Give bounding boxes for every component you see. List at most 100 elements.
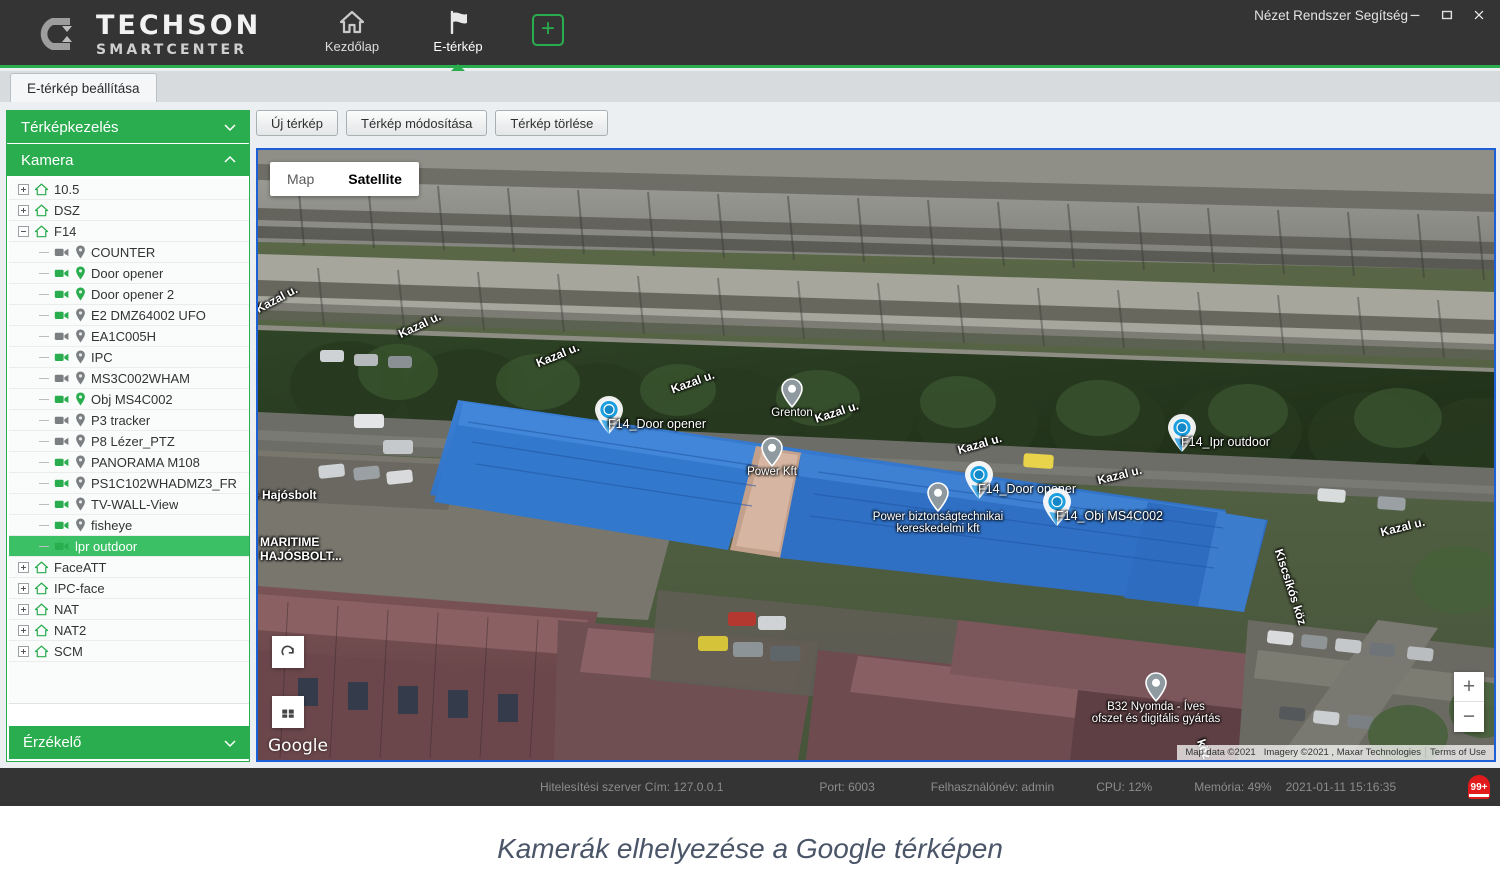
collapse-icon[interactable] (18, 226, 29, 237)
tree-camera-row[interactable]: TV-WALL-View (9, 494, 249, 515)
maximize-icon[interactable] (1438, 6, 1456, 24)
tree-camera-row[interactable]: PANORAMA M108 (9, 452, 249, 473)
map-toolbar-button-0[interactable]: Új térkép (256, 110, 338, 136)
tree-item-label: EA1C005H (91, 329, 156, 344)
tree-item-label: F14 (54, 224, 76, 239)
map-type-switcher[interactable]: MapSatellite (270, 162, 419, 196)
zoom-in-button[interactable]: + (1454, 672, 1484, 702)
map-camera-marker[interactable]: F14_Obj MS4C002 (1042, 487, 1072, 532)
tree-group-row[interactable]: F14 (9, 221, 249, 242)
expand-icon[interactable] (18, 604, 29, 615)
map-camera-marker[interactable]: F14_Door opener (594, 395, 624, 440)
tree-item-label: FaceATT (54, 560, 107, 575)
tree-connector (39, 273, 49, 274)
map-camera-marker-label: F14_Door opener (608, 417, 706, 431)
tree-camera-row[interactable]: P3 tracker (9, 410, 249, 431)
tree-camera-row[interactable]: PS1C102WHADMZ3_FR (9, 473, 249, 494)
camera-tree[interactable]: 10.5 DSZ F14 COUNTERDoor openerDoor opener … (9, 179, 249, 704)
tree-group-row[interactable]: SCM (9, 641, 249, 662)
notification-badge[interactable]: 99+ (1468, 775, 1490, 799)
expand-icon[interactable] (18, 625, 29, 636)
map-camera-marker[interactable]: F14_Door opener (964, 460, 994, 505)
tree-camera-row[interactable]: EA1C005H (9, 326, 249, 347)
nav-item-eterkep[interactable]: E-térkép (412, 8, 504, 62)
map-pin-icon (75, 308, 86, 322)
tree-group-row[interactable]: IPC-face (9, 578, 249, 599)
status-datetime: 2021-01-11 15:16:35 (1286, 780, 1397, 794)
reset-north-button[interactable] (272, 636, 304, 668)
nav-item-kezdolap-label: Kezdőlap (325, 39, 379, 54)
map-pin-icon (75, 518, 86, 532)
map-poi-marker[interactable]: Power Kft (761, 437, 783, 472)
zoom-out-button[interactable]: − (1454, 702, 1484, 732)
map-toolbar-button-2[interactable]: Térkép törlése (495, 110, 608, 136)
tree-group-row[interactable]: DSZ (9, 200, 249, 221)
expand-icon[interactable] (18, 562, 29, 573)
tree-camera-row[interactable]: Obj MS4C002 (9, 389, 249, 410)
tree-item-label: TV-WALL-View (91, 497, 178, 512)
map-poi-marker[interactable]: B32 Nyomda - Íves ofszet és digitális gy… (1145, 672, 1167, 707)
camera-icon (54, 414, 70, 426)
tree-connector (39, 357, 49, 358)
tree-camera-row[interactable]: COUNTER (9, 242, 249, 263)
accordion-kamera[interactable]: Kamera (7, 144, 249, 177)
tree-item-label: MS3C002WHAM (91, 371, 190, 386)
expand-icon[interactable] (18, 583, 29, 594)
camera-icon (54, 393, 70, 405)
tree-camera-row[interactable]: fisheye (9, 515, 249, 536)
plus-icon: + (541, 17, 555, 41)
tree-group-row[interactable]: FaceATT (9, 557, 249, 578)
map-pin-icon (75, 350, 86, 364)
zoom-controls[interactable]: + − (1454, 672, 1484, 732)
status-username: Felhasználónév: admin (931, 780, 1054, 794)
window-controls (1406, 6, 1488, 24)
map-pin-icon (75, 287, 86, 301)
expand-icon[interactable] (18, 205, 29, 216)
tree-item-label: PS1C102WHADMZ3_FR (91, 476, 237, 491)
tree-connector (39, 546, 49, 547)
map-viewport[interactable]: MapSatellite Kazal u.Kazal u.Kazal u.Kaz… (256, 148, 1496, 762)
minimize-icon[interactable] (1406, 6, 1424, 24)
add-tab-button[interactable]: + (532, 14, 564, 46)
grid-tilt-icon (279, 703, 297, 721)
map-type-satellite[interactable]: Satellite (331, 162, 419, 196)
tree-camera-row[interactable]: Door opener 2 (9, 284, 249, 305)
map-toolbar-button-1[interactable]: Térkép módosítása (346, 110, 487, 136)
tree-camera-row[interactable]: MS3C002WHAM (9, 368, 249, 389)
tab-eterkep-beallitasa[interactable]: E-térkép beállítása (10, 73, 157, 102)
accordion-kamera-label: Kamera (21, 152, 74, 169)
map-poi-label: B32 Nyomda - Íves ofszet és digitális gy… (1092, 701, 1220, 725)
tree-camera-row[interactable]: lpr outdoor (9, 536, 249, 557)
tree-camera-row[interactable]: Door opener (9, 263, 249, 284)
accordion-erzekelo[interactable]: Érzékelő (9, 726, 249, 759)
tree-group-row[interactable]: NAT2 (9, 620, 249, 641)
home-device-icon (34, 204, 49, 217)
map-camera-marker-label: F14_Obj MS4C002 (1056, 509, 1163, 523)
map-poi-marker[interactable]: Grenton (781, 378, 803, 413)
brand-subtitle: SMARTCENTER (96, 43, 261, 57)
home-icon (339, 8, 365, 36)
tree-camera-row[interactable]: P8 Lézer_PTZ (9, 431, 249, 452)
close-icon[interactable] (1470, 6, 1488, 24)
google-watermark: Google (268, 736, 328, 756)
expand-icon[interactable] (18, 184, 29, 195)
tree-group-row[interactable]: NAT (9, 599, 249, 620)
tilt-view-button[interactable] (272, 696, 304, 728)
map-type-map[interactable]: Map (270, 162, 331, 196)
tree-group-row[interactable]: 10.5 (9, 179, 249, 200)
tree-camera-row[interactable]: IPC (9, 347, 249, 368)
sidebar: Térképkezelés Kamera 10.5DSZF14COUNTERDo… (6, 110, 250, 762)
map-toolbar-button-label: Új térkép (271, 116, 323, 131)
tree-camera-row[interactable]: E2 DMZ64002 UFO (9, 305, 249, 326)
map-panel: Új térkép Térkép módosítása Térkép törlése (256, 110, 1496, 762)
window-menu[interactable]: Nézet Rendszer Segítség (1254, 8, 1408, 23)
map-camera-marker[interactable]: F14_Ipr outdoor (1167, 413, 1197, 458)
expand-icon[interactable] (18, 646, 29, 657)
attribution-terms[interactable]: Terms of Use (1425, 747, 1490, 758)
map-pin-icon (75, 434, 86, 448)
accordion-terkepkezeles[interactable]: Térképkezelés (7, 111, 249, 144)
map-poi-marker[interactable]: Power biztonságtechnikai kereskedelmi kf… (927, 482, 949, 517)
tree-item-label: DSZ (54, 203, 80, 218)
camera-icon (54, 330, 70, 342)
nav-item-kezdolap[interactable]: Kezdőlap (306, 8, 398, 62)
